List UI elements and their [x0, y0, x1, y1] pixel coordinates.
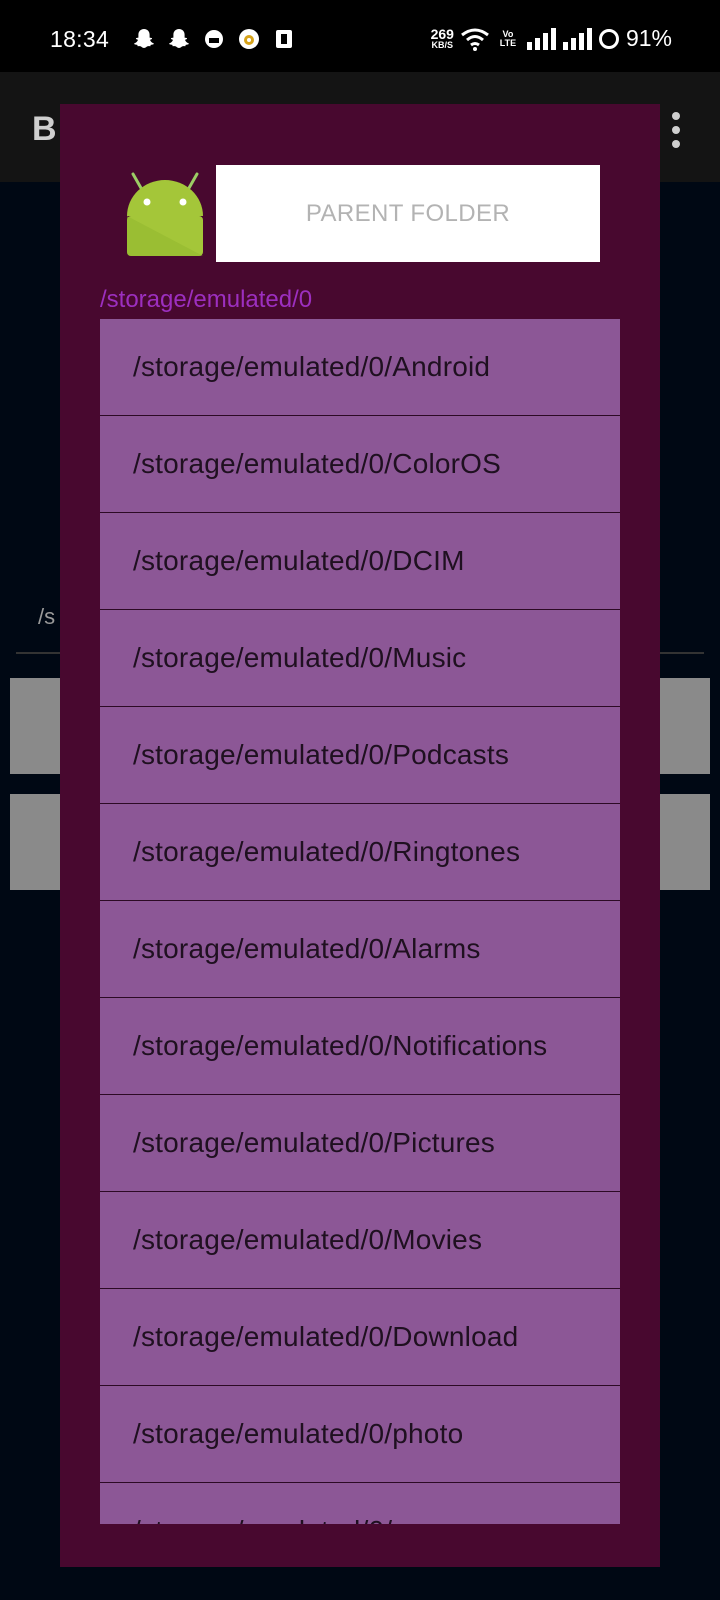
folder-list-item[interactable]: /storage/emulated/0/Android [100, 319, 620, 416]
folder-path: /storage/emulated/0/Pictures [133, 1127, 496, 1158]
folder-path: /storage/emulated/0/Movies [133, 1224, 483, 1255]
background-path-text: /s [38, 604, 56, 629]
network-speed: 269 KB/S [431, 27, 454, 50]
folder-list-item[interactable]: /storage/emulated/0/Movies [100, 1192, 620, 1289]
folder-list-item[interactable]: /storage/emulated/0/Podcasts [100, 707, 620, 804]
folder-list-item[interactable]: /storage/emulated/0/Ringtones [100, 804, 620, 901]
folder-chooser-dialog: PARENT FOLDER /storage/emulated/0 /stora… [60, 104, 660, 1567]
network-speed-value: 269 [430, 26, 454, 42]
folder-path: /storage/emulated/0/photo [133, 1418, 464, 1449]
status-time: 18:34 [50, 26, 110, 52]
status-bar: 18:34 269 KB/S Vo LTE 91% [0, 0, 720, 72]
status-indicators: 269 KB/S Vo LTE 91% [431, 25, 672, 52]
folder-path: /storage/emulated/0/Podcasts [133, 739, 510, 770]
folder-path: /storage/emulated/0/DCIM [133, 545, 465, 576]
folder-list-item[interactable]: /storage/emulated/0/Pictures [100, 1095, 620, 1192]
folder-list-item[interactable]: /storage/emulated/0/DCIM [100, 513, 620, 610]
overflow-menu-icon[interactable] [672, 112, 680, 154]
volte-indicator: Vo LTE [496, 29, 520, 48]
volte-bottom: LTE [499, 37, 517, 48]
folder-list[interactable]: /storage/emulated/0/Android /storage/emu… [100, 319, 620, 1524]
signal-icon [562, 27, 592, 50]
snapchat-icon [134, 29, 154, 48]
snapchat-icon [169, 29, 189, 48]
folder-path: /storage/emulated/0/ColorOS [133, 448, 502, 479]
folder-list-item[interactable]: /storage/emulated/0/Notifications [100, 998, 620, 1095]
folder-path: /storage/emulated/0/Android [133, 351, 491, 382]
parent-folder-button[interactable]: PARENT FOLDER [216, 165, 600, 262]
folder-path: /storage/emulated/0/Notifications [133, 1030, 548, 1061]
folder-list-item[interactable]: /storage/emulated/0/ [100, 1483, 620, 1524]
folder-list-item[interactable]: /storage/emulated/0/Download [100, 1289, 620, 1386]
notification-icons [132, 27, 296, 51]
folder-list-item[interactable]: /storage/emulated/0/Music [100, 610, 620, 707]
folder-path: /storage/emulated/0/Download [133, 1321, 519, 1352]
signal-icon [526, 27, 556, 50]
current-path-label: /storage/emulated/0 [100, 286, 313, 313]
app-notification-icon [276, 30, 292, 48]
battery-icon [598, 28, 619, 49]
app-notification-icon [205, 30, 223, 48]
wifi-icon [461, 28, 489, 51]
folder-path: /storage/emulated/0/Ringtones [133, 836, 521, 867]
folder-path: /storage/emulated/0/Music [133, 642, 467, 673]
android-icon [127, 172, 203, 256]
folder-list-item[interactable]: /storage/emulated/0/ColorOS [100, 416, 620, 513]
battery-percent: 91% [625, 25, 672, 51]
folder-path: /storage/emulated/0/ [133, 1512, 392, 1524]
folder-list-item[interactable]: /storage/emulated/0/photo [100, 1386, 620, 1483]
app-notification-icon [239, 29, 259, 49]
folder-list-item[interactable]: /storage/emulated/0/Alarms [100, 901, 620, 998]
folder-path: /storage/emulated/0/Alarms [133, 933, 481, 964]
app-title: B [32, 110, 57, 148]
network-speed-unit: KB/S [431, 40, 454, 50]
